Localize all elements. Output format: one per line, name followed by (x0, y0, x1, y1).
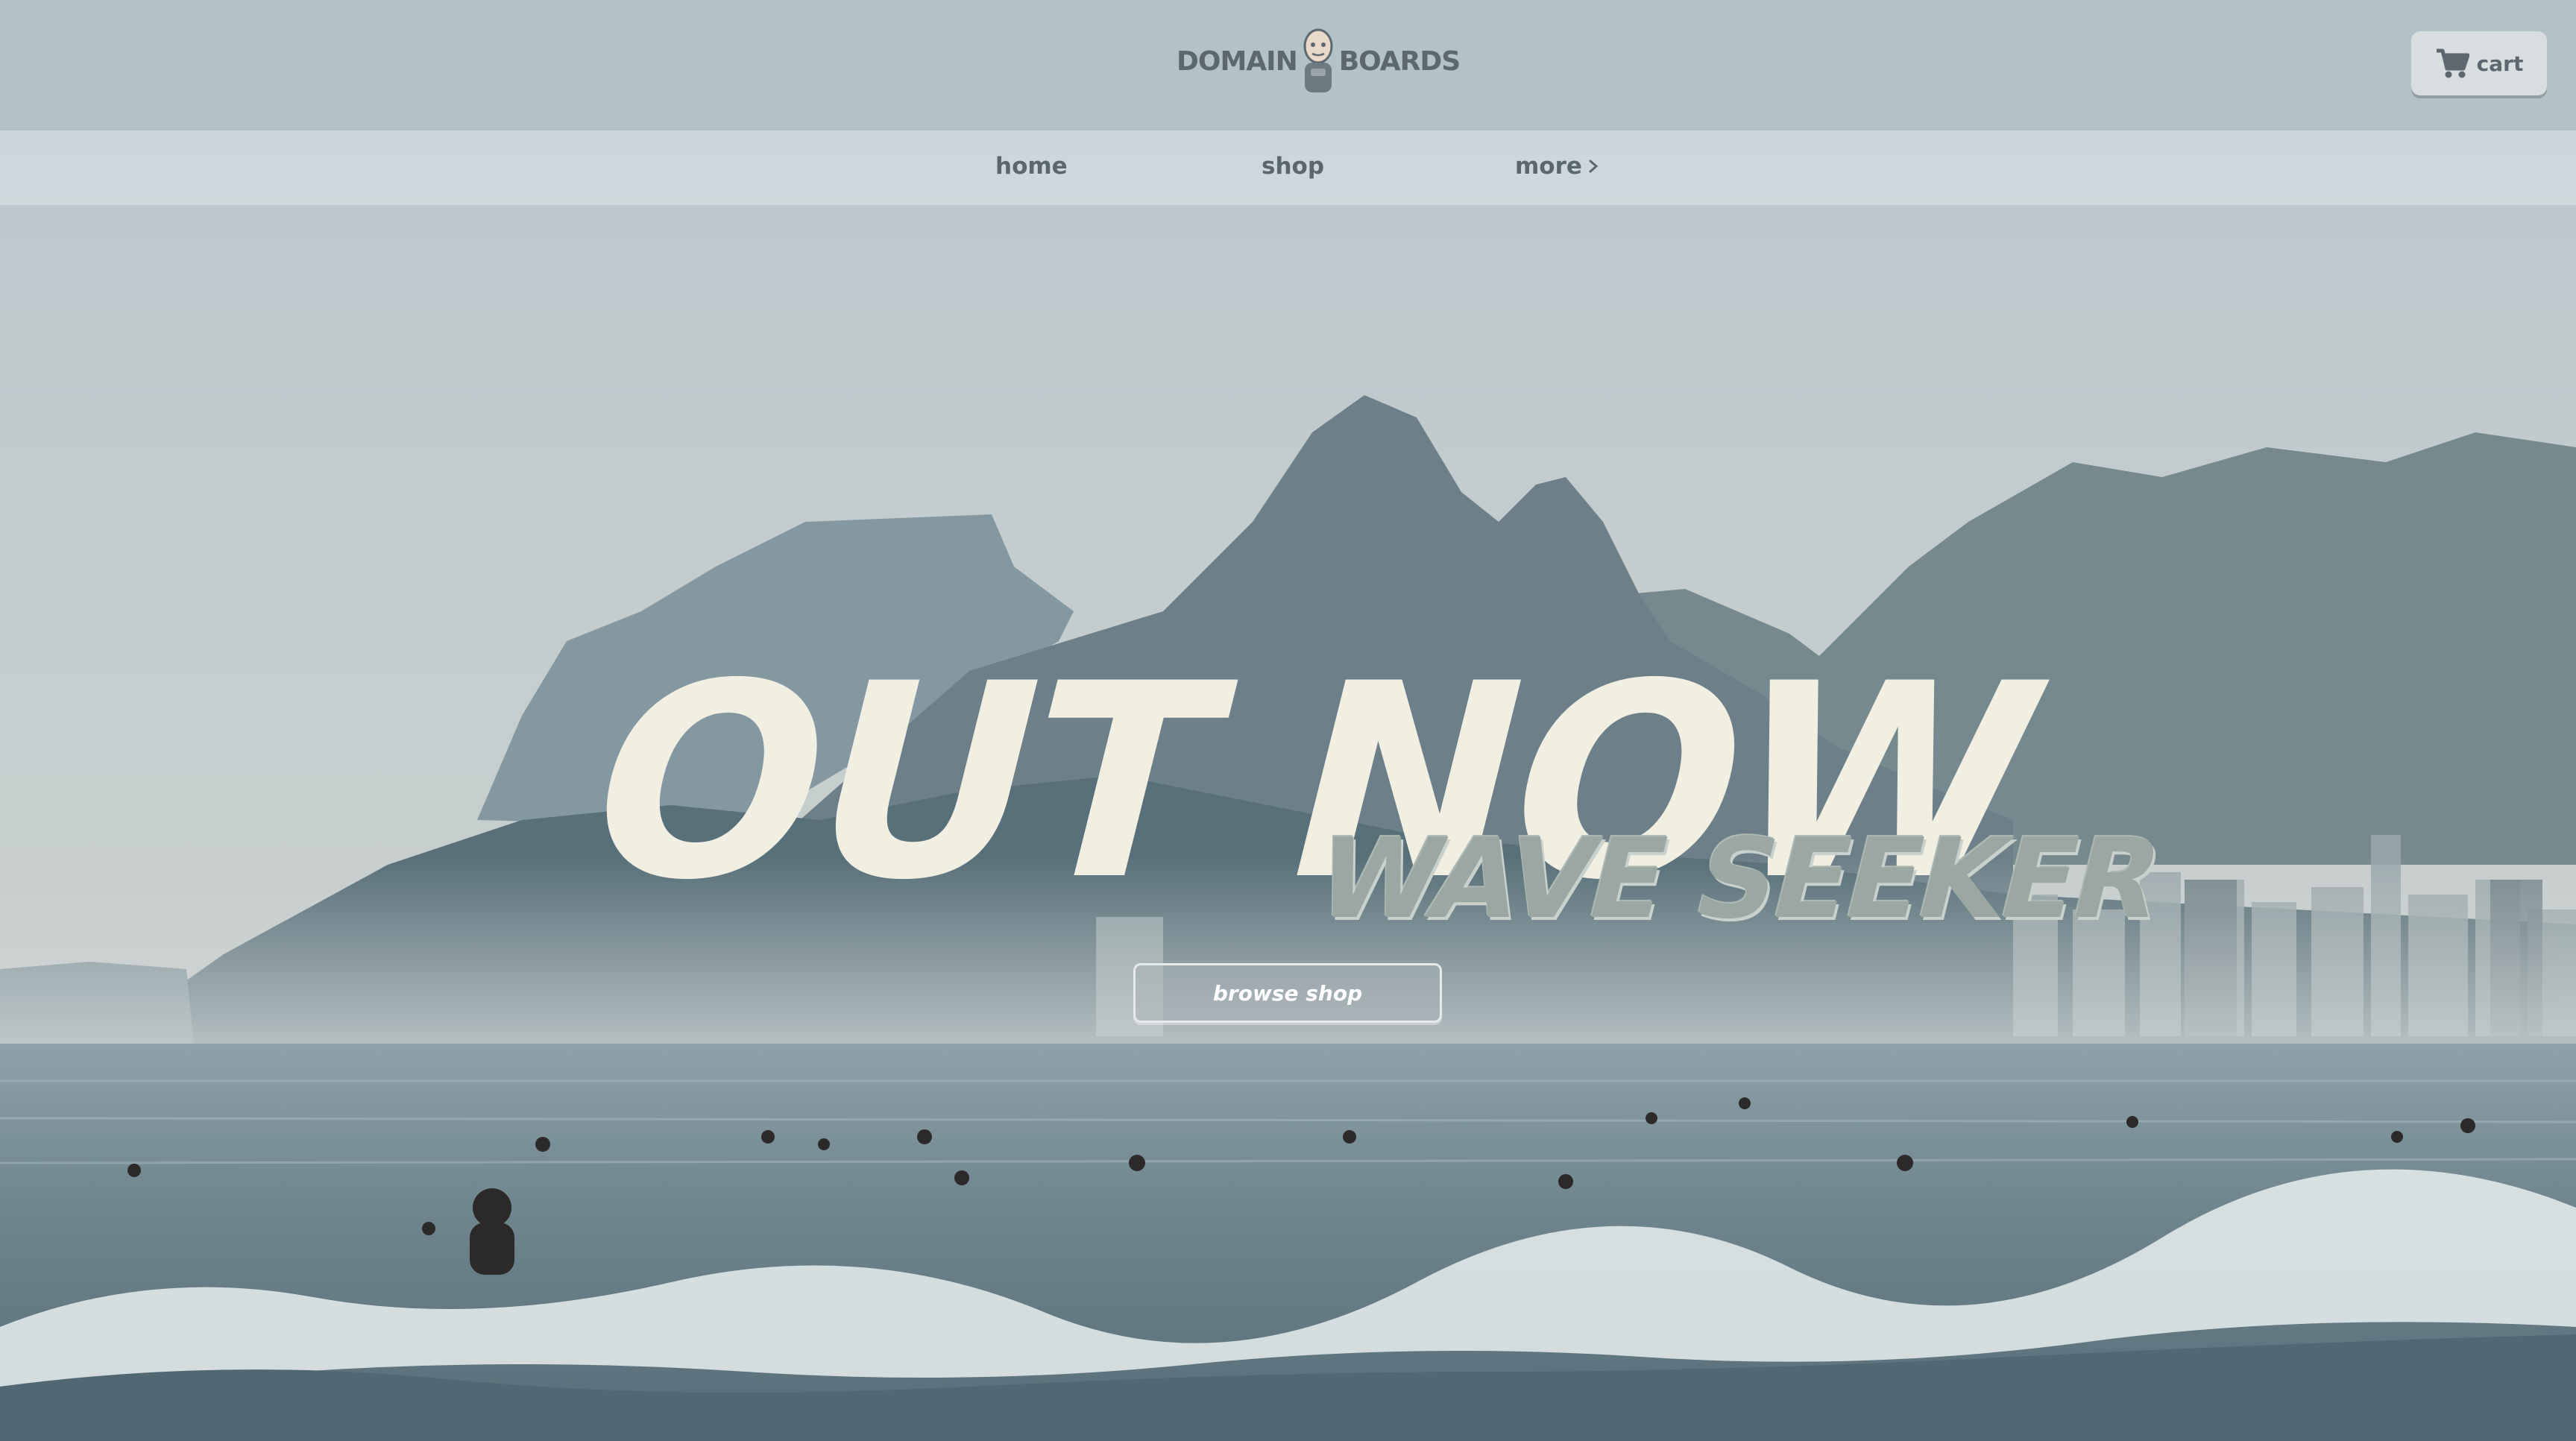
mascot-icon (1303, 28, 1333, 92)
main-nav: home shop more (0, 130, 2576, 205)
chevron-right-icon (1589, 160, 1599, 173)
browse-shop-button[interactable]: browse shop (1133, 963, 1442, 1023)
logo-right-word: BOARDS (1338, 45, 1461, 77)
nav-item-more[interactable]: more (1515, 153, 1600, 180)
cart-button[interactable]: cart (2411, 31, 2547, 95)
cart-icon (2436, 48, 2469, 78)
page: DOMAIN BOARDS cart home shop more OUT NO… (0, 0, 2576, 1441)
cart-label: cart (2476, 51, 2524, 76)
nav-item-shop[interactable]: shop (1262, 153, 1324, 180)
nav-item-home[interactable]: home (995, 153, 1068, 180)
hero-product-name: WAVE SEEKER (1303, 815, 2173, 943)
logo-left-word: DOMAIN (1177, 45, 1298, 77)
brand-logo[interactable]: DOMAIN BOARDS (1177, 27, 1461, 95)
nav-item-more-label: more (1515, 153, 1582, 180)
